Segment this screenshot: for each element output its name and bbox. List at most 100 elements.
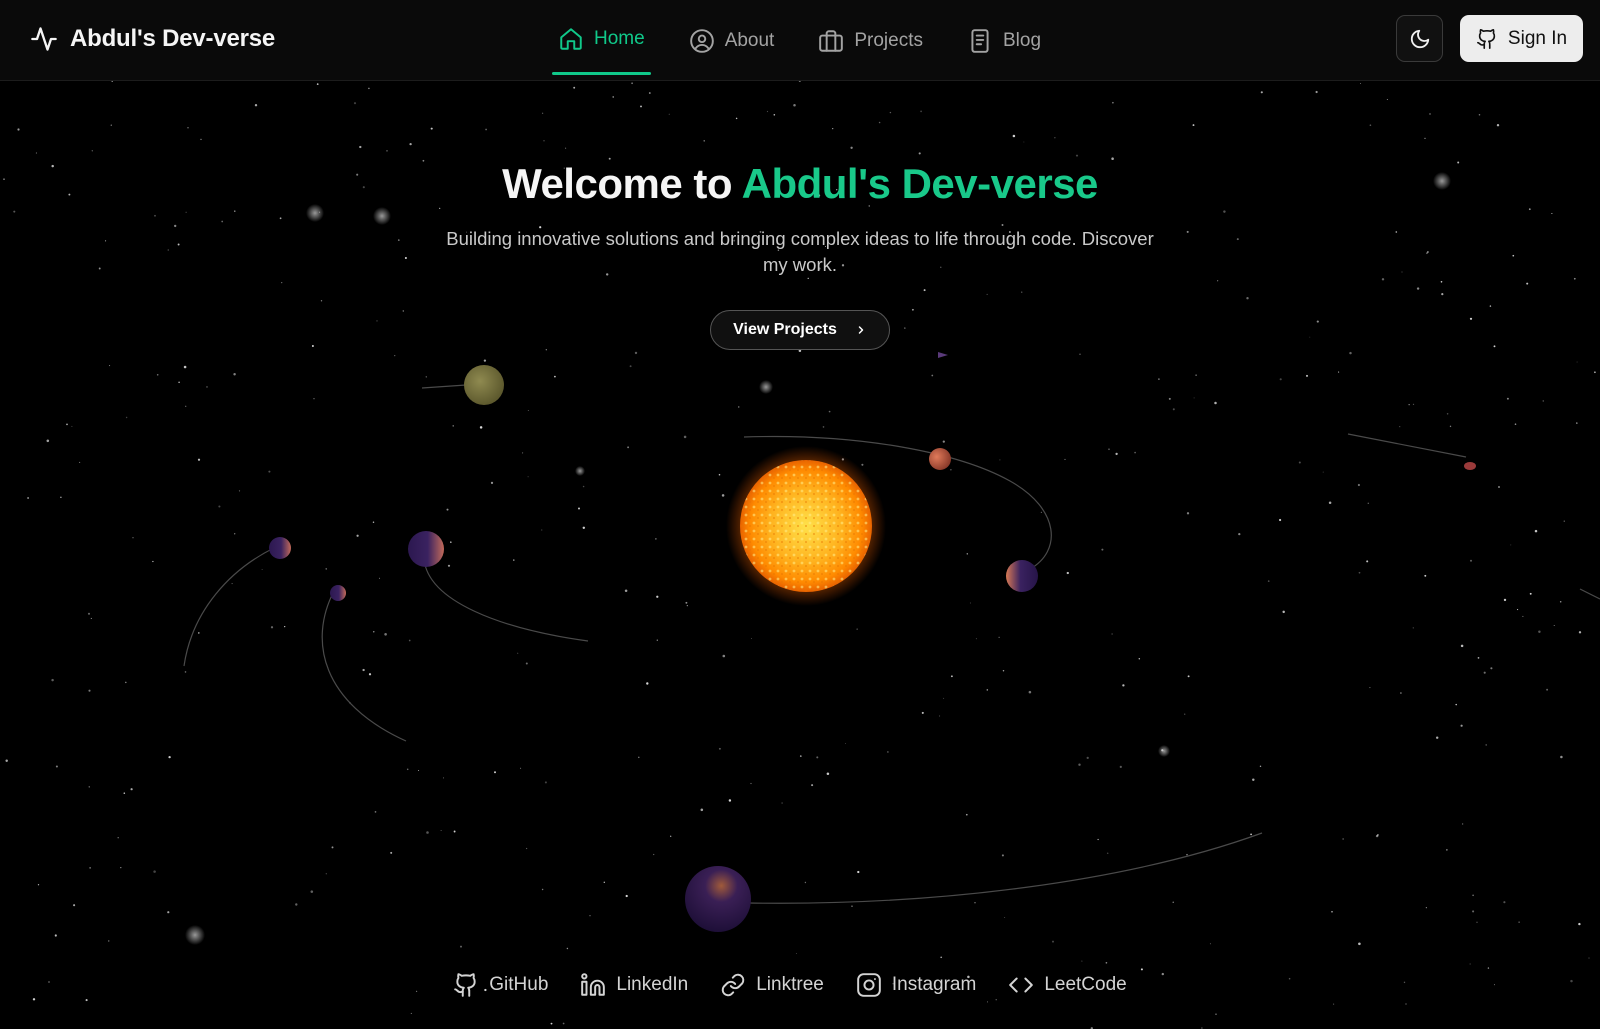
star xyxy=(1106,852,1109,855)
hero-title-prefix: Welcome to xyxy=(502,160,742,207)
star xyxy=(1168,397,1171,400)
star xyxy=(1369,687,1371,689)
star xyxy=(527,410,529,411)
star xyxy=(1424,137,1426,140)
star xyxy=(918,152,921,155)
star xyxy=(325,873,327,875)
star xyxy=(1040,511,1043,514)
github-icon xyxy=(1476,28,1496,49)
star xyxy=(1328,501,1332,504)
star xyxy=(562,1022,565,1025)
star xyxy=(1534,529,1538,533)
star xyxy=(851,905,853,907)
star xyxy=(640,105,642,108)
star xyxy=(722,654,726,658)
nav-item-projects[interactable]: Projects xyxy=(812,17,929,65)
social-link-instagram[interactable]: Instagram xyxy=(856,972,976,998)
site-header: Abdul's Dev-verse Home About Projects Bl… xyxy=(0,0,1600,81)
star xyxy=(703,140,705,142)
star xyxy=(1066,571,1069,575)
star xyxy=(460,945,462,948)
star xyxy=(728,799,732,802)
star xyxy=(857,870,860,874)
star xyxy=(261,569,263,571)
star xyxy=(1279,378,1282,381)
sign-in-button[interactable]: Sign In xyxy=(1460,15,1583,62)
star xyxy=(940,956,943,959)
star xyxy=(446,508,449,511)
star xyxy=(550,1022,553,1025)
nav-item-home[interactable]: Home xyxy=(552,15,651,75)
star xyxy=(653,853,655,856)
star xyxy=(1279,518,1282,522)
hero-title: Welcome to Abdul's Dev-verse xyxy=(0,158,1600,210)
social-link-linktree[interactable]: Linktree xyxy=(720,972,824,998)
star xyxy=(1298,461,1301,464)
social-link-leetcode[interactable]: LeetCode xyxy=(1008,972,1127,998)
star xyxy=(1460,724,1463,727)
star xyxy=(1331,910,1333,913)
star xyxy=(1469,559,1473,562)
star xyxy=(109,365,111,367)
social-link-github[interactable]: GitHub xyxy=(453,972,548,998)
star xyxy=(1400,692,1402,694)
star xyxy=(200,138,202,141)
activity-pulse-icon xyxy=(31,27,57,51)
star xyxy=(168,755,171,759)
star xyxy=(408,639,411,642)
star xyxy=(1542,400,1544,402)
star xyxy=(483,359,487,362)
star xyxy=(373,631,375,633)
view-projects-button[interactable]: View Projects xyxy=(710,310,890,350)
star xyxy=(541,529,543,531)
star xyxy=(1518,921,1520,923)
star xyxy=(1111,633,1113,635)
star xyxy=(811,784,814,787)
star xyxy=(793,104,796,107)
star xyxy=(1315,90,1318,94)
star xyxy=(111,81,113,82)
main-nav: Home About Projects Blog xyxy=(552,0,1079,81)
star xyxy=(310,890,314,893)
theme-toggle-button[interactable] xyxy=(1396,15,1443,62)
star xyxy=(270,626,274,629)
brand-logo[interactable]: Abdul's Dev-verse xyxy=(30,22,275,56)
star xyxy=(1282,610,1285,614)
star xyxy=(683,435,687,439)
star xyxy=(700,808,704,812)
orbit-path xyxy=(747,832,1263,904)
nav-item-about[interactable]: About xyxy=(683,17,781,65)
social-link-linkedin[interactable]: LinkedIn xyxy=(580,972,688,998)
star xyxy=(89,867,91,869)
star xyxy=(1529,592,1532,595)
star xyxy=(156,374,159,376)
star xyxy=(1366,560,1369,563)
moon-icon xyxy=(1410,29,1429,48)
nav-item-blog[interactable]: Blog xyxy=(961,17,1047,65)
star xyxy=(1399,426,1401,428)
star xyxy=(313,398,315,400)
star xyxy=(1097,838,1099,841)
star xyxy=(406,768,409,771)
star xyxy=(1429,113,1431,115)
view-projects-label: View Projects xyxy=(733,321,837,338)
star xyxy=(331,846,334,849)
brand-name: Abdul's Dev-verse xyxy=(70,25,276,52)
star xyxy=(1086,756,1089,760)
star xyxy=(612,96,614,98)
star xyxy=(1172,408,1175,411)
star xyxy=(372,521,375,523)
star xyxy=(1342,838,1344,840)
star xyxy=(1476,921,1478,924)
chevron-right-icon xyxy=(858,326,864,334)
star xyxy=(1576,361,1578,363)
star xyxy=(390,851,393,854)
star xyxy=(1460,644,1464,648)
star xyxy=(325,568,327,570)
star xyxy=(718,473,721,476)
star xyxy=(804,881,807,884)
star xyxy=(685,601,688,604)
star xyxy=(1424,574,1427,577)
star xyxy=(1195,374,1197,376)
star xyxy=(1497,485,1501,489)
